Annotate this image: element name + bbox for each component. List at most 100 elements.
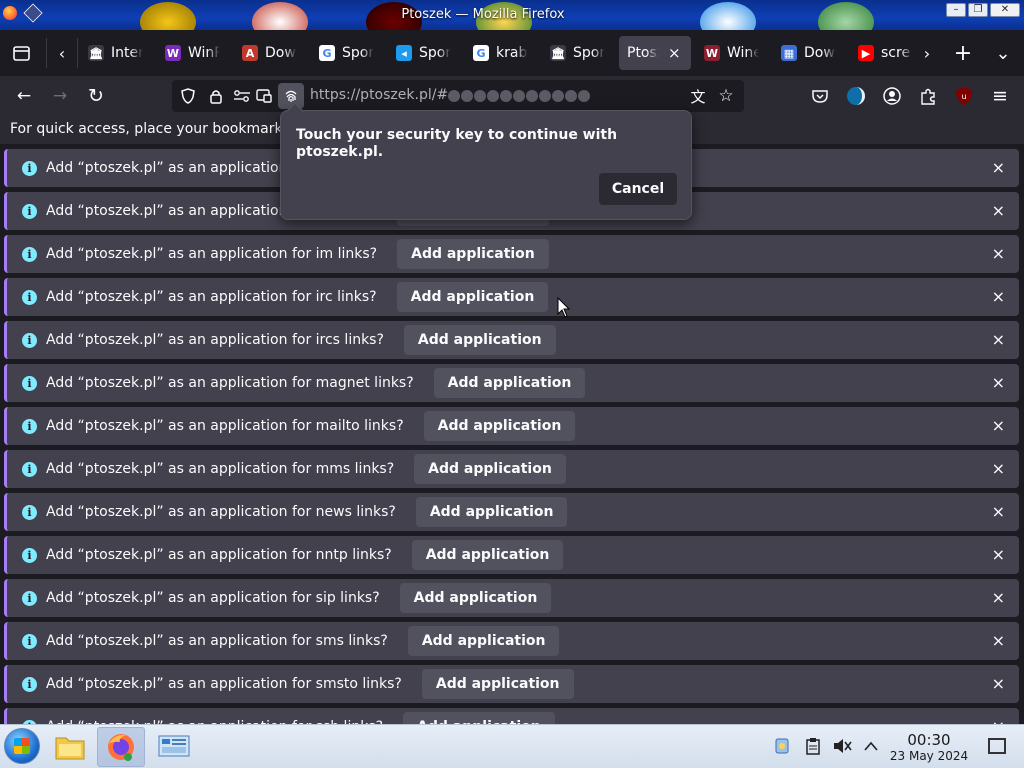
taskbar: 00:30 23 May 2024 [0, 724, 1024, 768]
notification-text: Add “ptoszek.pl” as an application for i… [46, 289, 377, 305]
tracking-protection-icon[interactable] [178, 86, 198, 106]
back-button[interactable]: ← [10, 82, 38, 110]
add-application-button[interactable]: Add application [415, 497, 568, 527]
close-notification-icon[interactable]: × [992, 244, 1005, 263]
pocket-button[interactable] [806, 82, 834, 110]
add-application-button[interactable]: Add application [403, 712, 555, 724]
firefox-view-icon [12, 45, 30, 61]
notification-bar: iAdd “ptoszek.pl” as an application for … [4, 450, 1019, 488]
notification-box: i Add “ptoszek.pl” as an application for … [0, 144, 1024, 724]
add-application-button[interactable]: Add application [399, 583, 552, 613]
tray-app-icon[interactable] [772, 736, 792, 756]
tab-favicon-icon: A [242, 45, 258, 61]
notification-bar: iAdd “ptoszek.pl” as an application for … [4, 536, 1019, 574]
tab-favicon-icon: G [319, 45, 335, 61]
info-icon: i [22, 375, 37, 391]
plus-icon: + [953, 40, 973, 66]
volume-muted-icon[interactable] [832, 736, 852, 756]
notification-bar: iAdd “ptoszek.pl” as an application for … [4, 708, 1019, 724]
arrow-left-icon: ← [16, 86, 32, 106]
add-application-button[interactable]: Add application [407, 626, 560, 656]
reload-button[interactable]: ↻ [82, 82, 110, 110]
close-notification-icon[interactable]: × [992, 631, 1005, 650]
taskbar-control-panel[interactable] [150, 727, 198, 767]
notification-text: Add “ptoszek.pl” as an application for i… [46, 332, 384, 348]
app-menu-button[interactable]: ≡ [986, 82, 1014, 110]
account-button[interactable] [878, 82, 906, 110]
add-application-button[interactable]: Add application [411, 540, 564, 570]
tab-5[interactable]: Gkrabl [465, 36, 537, 70]
tab-4[interactable]: ◂ Spor [388, 36, 460, 70]
notification-bar: iAdd “ptoszek.pl” as an application for … [4, 364, 1019, 402]
close-notification-icon[interactable]: × [992, 717, 1005, 724]
list-all-tabs-button[interactable]: ⌄ [988, 38, 1018, 68]
permissions-icon[interactable] [232, 86, 252, 106]
tab-favicon-icon: 🏛 [88, 45, 104, 61]
close-notification-icon[interactable]: × [992, 330, 1005, 349]
taskbar-clock[interactable]: 00:30 23 May 2024 [884, 732, 974, 764]
forward-button[interactable]: → [46, 82, 74, 110]
start-button[interactable] [4, 728, 40, 764]
close-notification-icon[interactable]: × [992, 459, 1005, 478]
tab-scroll-right-button[interactable]: › [912, 38, 942, 68]
tab-favicon-icon: W [704, 45, 720, 61]
security-key-popup: Touch your security key to continue with… [280, 102, 692, 220]
url-bar[interactable]: https://ptoszek.pl/# 文 ☆ [172, 80, 744, 112]
notification-text: Add “ptoszek.pl” as an application for m… [46, 418, 404, 434]
taskbar-firefox[interactable] [97, 727, 145, 767]
tab-3[interactable]: G Spor [311, 36, 383, 70]
notification-bar: iAdd “ptoszek.pl” as an application for … [4, 622, 1019, 660]
maximize-button[interactable]: ❐ [968, 3, 988, 17]
tab-9[interactable]: ▦ Dow [773, 36, 845, 70]
tab-0[interactable]: 🏛 Inter [80, 36, 152, 70]
info-icon: i [22, 289, 37, 305]
notification-bar: iAdd “ptoszek.pl” as an application for … [4, 407, 1019, 445]
show-desktop-button[interactable] [988, 738, 1006, 754]
tab-2[interactable]: A Dow [234, 36, 306, 70]
translate-page-icon[interactable] [254, 86, 274, 106]
tab-label: Dow [265, 45, 296, 61]
close-notification-icon[interactable]: × [992, 287, 1005, 306]
close-tab-icon[interactable]: × [668, 44, 681, 62]
firefox-view-button[interactable] [6, 38, 36, 68]
taskbar-file-manager[interactable] [46, 727, 94, 767]
minimize-button[interactable]: – [946, 3, 966, 17]
cancel-button[interactable]: Cancel [599, 173, 677, 205]
tray-clipboard-icon[interactable] [803, 736, 823, 756]
close-notification-icon[interactable]: × [992, 201, 1005, 220]
add-application-button[interactable]: Add application [433, 368, 586, 398]
close-notification-icon[interactable]: × [992, 158, 1005, 177]
add-application-button[interactable]: Add application [421, 669, 574, 699]
lock-icon[interactable] [206, 86, 226, 106]
close-notification-icon[interactable]: × [992, 416, 1005, 435]
clock-date: 23 May 2024 [889, 749, 969, 763]
tab-label: WinR [188, 45, 220, 61]
tab-1[interactable]: W WinR [157, 36, 229, 70]
close-notification-icon[interactable]: × [992, 373, 1005, 392]
svg-text:u: u [961, 92, 966, 101]
new-tab-button[interactable]: + [948, 38, 978, 68]
ublock-button[interactable]: u [950, 82, 978, 110]
close-notification-icon[interactable]: × [992, 545, 1005, 564]
add-application-button[interactable]: Add application [414, 454, 566, 484]
close-window-button[interactable]: ✕ [990, 3, 1020, 17]
translate-icon[interactable]: 文 [688, 86, 708, 106]
tab-scroll-left-button[interactable]: ‹ [46, 38, 78, 68]
add-application-button[interactable]: Add application [397, 239, 549, 269]
star-icon[interactable]: ☆ [716, 86, 736, 106]
window-titlebar: Ptoszek — Mozilla Firefox – ❐ ✕ [0, 0, 1024, 30]
add-application-button[interactable]: Add application [403, 325, 556, 355]
tab-8[interactable]: W Wine [696, 36, 768, 70]
tab-6[interactable]: 🏛 Spor [542, 36, 614, 70]
extension-button[interactable] [842, 82, 870, 110]
firefox-icon [108, 734, 134, 761]
hamburger-icon: ≡ [992, 85, 1008, 107]
close-notification-icon[interactable]: × [992, 588, 1005, 607]
extensions-button[interactable] [914, 82, 942, 110]
add-application-button[interactable]: Add application [423, 411, 576, 441]
show-hidden-icons-button[interactable] [861, 736, 881, 756]
close-notification-icon[interactable]: × [992, 674, 1005, 693]
tab-7[interactable]: Ptosz × [619, 36, 691, 70]
add-application-button[interactable]: Add application [396, 282, 549, 312]
close-notification-icon[interactable]: × [992, 502, 1005, 521]
